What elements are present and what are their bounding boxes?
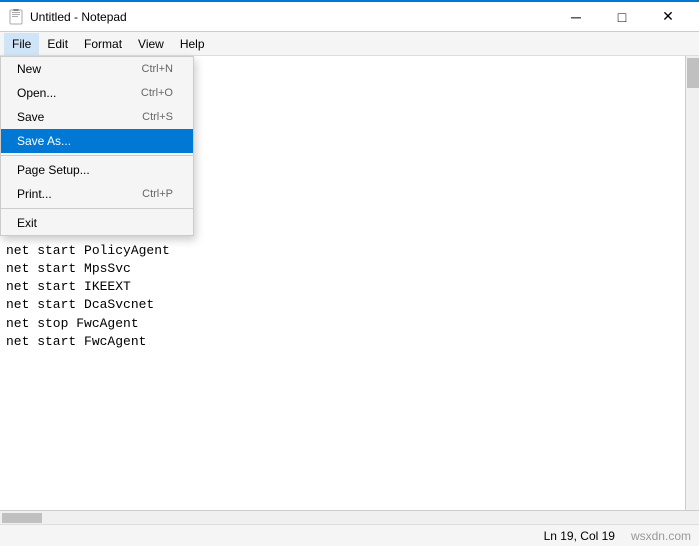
status-position: Ln 19, Col 19: [544, 529, 615, 543]
menu-separator-1: [1, 155, 193, 156]
menu-item-pagesetup-label: Page Setup...: [17, 163, 90, 177]
menu-item-open[interactable]: Open... Ctrl+O: [1, 81, 193, 105]
menu-item-exit-label: Exit: [17, 216, 37, 230]
menu-item-print[interactable]: Print... Ctrl+P: [1, 182, 193, 206]
menu-item-save[interactable]: Save Ctrl+S: [1, 105, 193, 129]
file-menu-panel: New Ctrl+N Open... Ctrl+O Save Ctrl+S Sa…: [0, 56, 194, 236]
horizontal-scrollbar-thumb[interactable]: [2, 513, 42, 523]
file-menu-dropdown: New Ctrl+N Open... Ctrl+O Save Ctrl+S Sa…: [0, 56, 194, 236]
menu-view[interactable]: View: [130, 33, 172, 55]
editor-line: net start DcaSvcnet: [6, 296, 692, 314]
menu-item-new[interactable]: New Ctrl+N: [1, 57, 193, 81]
title-bar: Untitled - Notepad ─ □ ✕: [0, 0, 699, 32]
close-button[interactable]: ✕: [645, 1, 691, 33]
menu-item-open-label: Open...: [17, 86, 56, 100]
menu-item-save-shortcut: Ctrl+S: [142, 111, 173, 123]
menu-separator-2: [1, 208, 193, 209]
menu-format[interactable]: Format: [76, 33, 130, 55]
editor-line: net stop FwcAgent: [6, 315, 692, 333]
menu-bar: File Edit Format View Help: [0, 32, 699, 56]
menu-item-pagesetup[interactable]: Page Setup...: [1, 158, 193, 182]
menu-item-print-label: Print...: [17, 187, 52, 201]
editor-line: net start IKEEXT: [6, 278, 692, 296]
menu-file[interactable]: File: [4, 33, 39, 55]
menu-item-open-shortcut: Ctrl+O: [141, 87, 173, 99]
status-watermark: wsxdn.com: [631, 529, 691, 543]
menu-item-exit[interactable]: Exit: [1, 211, 193, 235]
menu-item-saveas-label: Save As...: [17, 134, 71, 148]
menu-item-saveas[interactable]: Save As...: [1, 129, 193, 153]
menu-item-save-label: Save: [17, 110, 44, 124]
menu-item-print-shortcut: Ctrl+P: [142, 188, 173, 200]
title-bar-left: Untitled - Notepad: [8, 9, 127, 25]
vertical-scrollbar-thumb[interactable]: [687, 58, 699, 88]
editor-line: net start PolicyAgent: [6, 242, 692, 260]
menu-item-new-shortcut: Ctrl+N: [142, 63, 173, 75]
status-bar: Ln 19, Col 19 wsxdn.com: [0, 524, 699, 546]
minimize-button[interactable]: ─: [553, 1, 599, 33]
bottom-area: Ln 19, Col 19 wsxdn.com: [0, 510, 699, 546]
menu-help[interactable]: Help: [172, 33, 213, 55]
menu-item-new-label: New: [17, 62, 41, 76]
horizontal-scrollbar[interactable]: [0, 510, 699, 524]
window-title: Untitled - Notepad: [30, 10, 127, 24]
editor-line: net start MpsSvc: [6, 260, 692, 278]
notepad-icon: [8, 9, 24, 25]
vertical-scrollbar[interactable]: [685, 56, 699, 510]
maximize-button[interactable]: □: [599, 1, 645, 33]
window-controls: ─ □ ✕: [553, 1, 691, 33]
menu-edit[interactable]: Edit: [39, 33, 76, 55]
editor-line: net start FwcAgent: [6, 333, 692, 351]
